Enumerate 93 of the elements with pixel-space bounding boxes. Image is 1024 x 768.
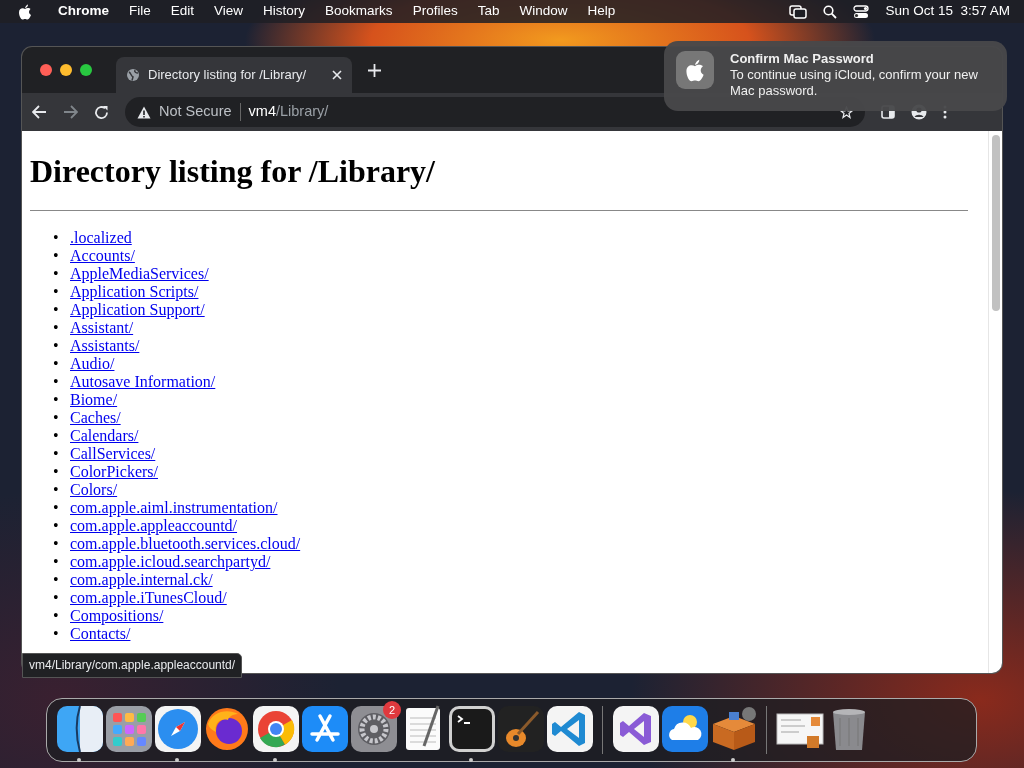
list-bullet: • [53,265,60,284]
menu-item[interactable]: History [253,1,316,22]
close-button[interactable] [40,64,52,76]
menu-item[interactable]: Tab [467,1,510,22]
ring-icon[interactable] [251,704,301,754]
list-bullet: • [53,571,60,590]
list-bullet: • [53,445,60,464]
infinity-icon[interactable] [611,704,661,754]
menu-item[interactable]: Profiles [402,1,468,22]
new-tab-icon[interactable] [368,63,381,77]
directory-link[interactable]: Assistant/ [70,319,134,338]
list-bullet: • [53,535,60,554]
directory-link[interactable]: Accounts/ [70,247,135,266]
menu-item[interactable]: Help [577,1,626,22]
list-bullet: • [53,337,60,356]
list-bullet: • [53,481,60,500]
security-label[interactable]: Not Secure [159,101,232,123]
compass-icon[interactable] [153,704,203,754]
directory-link[interactable]: Contacts/ [70,625,131,644]
directory-link[interactable]: com.apple.bluetooth.services.cloud/ [70,535,301,554]
list-bullet: • [53,589,60,608]
list-bullet: • [53,463,60,482]
directory-link[interactable]: Compositions/ [70,607,164,626]
directory-link[interactable]: CallServices/ [70,445,156,464]
directory-link[interactable]: Audio/ [70,355,115,374]
list-bullet: • [53,499,60,518]
list-bullet: • [53,373,60,392]
page-heading: Directory listing for /Library/ [30,152,436,191]
forward-icon[interactable] [63,105,78,119]
ribbon-icon[interactable] [545,704,595,754]
list-bullet: • [53,391,60,410]
directory-link[interactable]: AppleMediaServices/ [70,265,209,284]
directory-link[interactable]: com.apple.aiml.instrumentation/ [70,499,278,518]
menu-app-name[interactable]: Chrome [48,1,119,22]
control-center-icon[interactable] [853,4,870,19]
directory-link[interactable]: .localized [70,229,132,248]
list-bullet: • [53,229,60,248]
directory-link[interactable]: Biome/ [70,391,118,410]
warning-icon [137,105,151,119]
close-icon[interactable] [332,70,342,80]
apple-icon[interactable] [18,3,32,20]
directory-link[interactable]: com.apple.iTunesCloud/ [70,589,227,608]
zoom-button[interactable] [80,64,92,76]
directory-link[interactable]: Application Support/ [70,301,205,320]
menu-item[interactable]: View [204,1,254,22]
url-text: vm4/Library/ [248,102,329,122]
back-icon[interactable] [32,105,47,119]
list-bullet: • [53,247,60,266]
list-bullet: • [53,625,60,644]
directory-link[interactable]: Application Scripts/ [70,283,199,302]
directory-link[interactable]: com.apple.appleaccountd/ [70,517,238,536]
list-bullet: • [53,553,60,572]
directory-link[interactable]: Colors/ [70,481,118,500]
scrollbar-thumb[interactable] [992,135,1000,311]
gear-icon[interactable] [349,704,399,754]
menu-item[interactable]: Edit [160,1,205,22]
list-bullet: • [53,409,60,428]
terminal-icon[interactable] [447,704,497,754]
menu-item[interactable]: Bookmarks [315,1,403,22]
directory-link[interactable]: Caches/ [70,409,121,428]
search-icon[interactable] [823,4,838,19]
list-bullet: • [53,319,60,338]
list-bullet: • [53,607,60,626]
directory-link[interactable]: ColorPickers/ [70,463,158,482]
menu-clock[interactable]: Sun Oct 15 3:57 AM [885,1,1010,22]
list-bullet: • [53,355,60,374]
directory-link[interactable]: Assistants/ [70,337,140,356]
list-bullet: • [53,427,60,446]
directory-link[interactable]: com.apple.internal.ck/ [70,571,213,590]
globe-icon [126,68,140,82]
triangle-letter-icon[interactable] [300,704,350,754]
notification-title: Confirm Mac Password [730,51,875,67]
apple-icon [676,51,714,89]
directory-link[interactable]: Autosave Information/ [70,373,216,392]
tab-title: Directory listing for /Library/ [148,66,307,85]
directory-link[interactable]: Calendars/ [70,427,139,446]
menu-item[interactable]: File [119,1,161,22]
notification-text: To continue using iCloud, confirm your new Mac password. [730,67,979,99]
menu-item[interactable]: Window [509,1,578,22]
cloud-icon[interactable] [660,704,710,754]
status-url: vm4/Library/com.apple.appleaccountd/ [22,653,243,678]
list-bullet: • [53,283,60,302]
reload-icon[interactable] [94,104,109,120]
browser-tab[interactable]: Directory listing for /Library/ [116,57,352,93]
list-bullet: • [53,301,60,320]
directory-link[interactable]: com.apple.icloud.searchpartyd/ [70,553,271,572]
screen-mirroring-icon[interactable] [789,4,808,19]
app-grid-icon[interactable] [104,704,154,754]
list-bullet: • [53,517,60,536]
notification-badge: 2 [383,701,401,719]
finder-face-split-icon[interactable] [55,704,105,754]
notification-toast[interactable]: Confirm Mac Password To continue using iCloud, confirm your new Mac password. [664,41,1007,111]
minimize-button[interactable] [60,64,72,76]
